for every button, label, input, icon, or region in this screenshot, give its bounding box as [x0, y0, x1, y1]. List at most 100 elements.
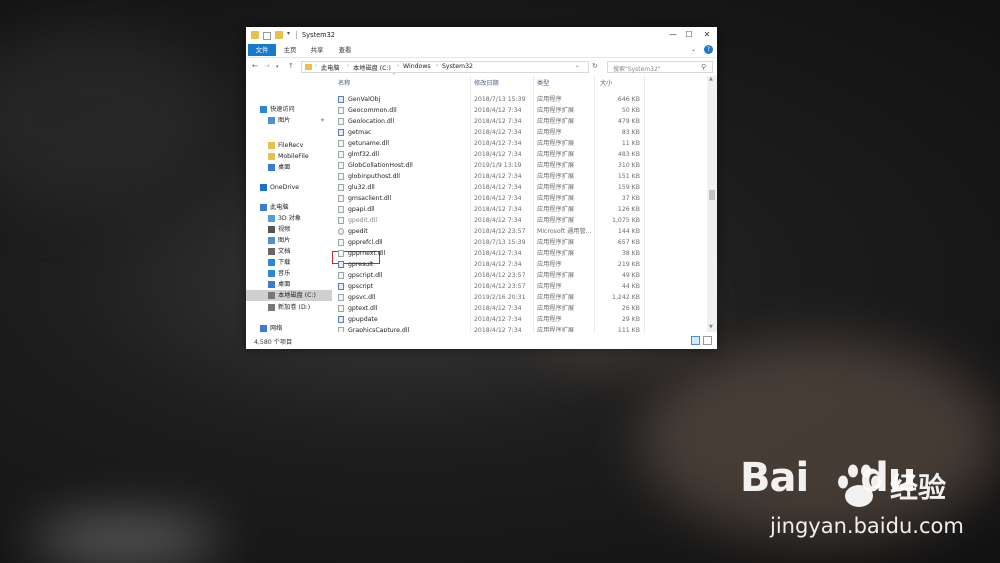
file-row[interactable]: gmsaclient.dll 2018/4/12 7:34 应用程序扩展 37 KB — [332, 193, 707, 204]
desktop-icon — [268, 281, 275, 288]
column-type[interactable]: 类型 — [537, 78, 549, 87]
nav-item-label: 视频 — [278, 226, 291, 233]
nav-item[interactable]: 桌面 — [246, 279, 332, 290]
up-arrow-icon[interactable]: ↑ — [288, 62, 294, 70]
file-row[interactable]: gpupdate 2018/4/12 7:34 应用程序 29 KB — [332, 314, 707, 325]
folder-icon — [251, 31, 259, 39]
breadcrumb-separator[interactable]: › — [347, 63, 349, 69]
tab-view[interactable]: 查看 — [335, 44, 355, 56]
breadcrumb-drive-c[interactable]: 本地磁盘 (C:) — [353, 63, 391, 72]
tab-home[interactable]: 主页 — [280, 44, 300, 56]
nav-item[interactable]: 下载 — [246, 257, 332, 268]
title-bar[interactable]: ▾ System32 — ☐ ✕ — [246, 27, 717, 43]
file-name: Geolocation.dll — [348, 118, 395, 125]
file-size: 50 KB — [621, 107, 640, 114]
help-icon[interactable]: ? — [704, 45, 713, 54]
file-row[interactable]: gpedit.dll 2018/4/12 7:34 应用程序扩展 1,075 KB — [332, 215, 707, 226]
file-type: 应用程序扩展 — [537, 272, 575, 279]
chevron-down-icon[interactable]: ▾ — [287, 30, 290, 37]
file-date: 2018/4/12 7:34 — [474, 118, 522, 125]
nav-item[interactable]: FileRecv — [246, 140, 332, 151]
file-row[interactable]: getmac 2018/4/12 7:34 应用程序 83 KB — [332, 127, 707, 138]
file-row[interactable]: GenValObj 2018/7/13 15:39 应用程序 646 KB — [332, 94, 707, 105]
nav-item[interactable]: 文档 — [246, 246, 332, 257]
nav-item[interactable]: 快速访问 — [246, 104, 332, 115]
file-row[interactable]: getuname.dll 2018/4/12 7:34 应用程序扩展 11 KB — [332, 138, 707, 149]
vertical-scrollbar[interactable]: ▲ ▼ — [707, 76, 717, 332]
baidu-paw-icon — [838, 464, 881, 507]
file-row[interactable]: gpedit 2018/4/12 23:57 Microsoft 通用管... 144… — [332, 226, 707, 237]
nav-item[interactable]: 图片 ✦ — [246, 115, 332, 126]
pin-icon[interactable]: ✦ — [320, 115, 325, 126]
close-button[interactable]: ✕ — [700, 29, 714, 41]
file-row[interactable]: GlobCollationHost.dll 2019/1/9 13:19 应用程序扩… — [332, 160, 707, 171]
scroll-down-icon[interactable]: ▼ — [709, 324, 713, 330]
file-type: 应用程序扩展 — [537, 173, 575, 180]
tab-file[interactable]: 文件 — [248, 44, 276, 56]
nav-item[interactable]: 桌面 — [246, 162, 332, 173]
file-size: 479 KB — [617, 118, 640, 125]
minimize-button[interactable]: — — [666, 29, 680, 41]
dll-file-icon — [338, 184, 344, 191]
nav-item[interactable]: 新加卷 (D:) — [246, 302, 332, 313]
refresh-icon[interactable]: ↻ — [592, 62, 598, 70]
nav-item[interactable]: 图片 — [246, 235, 332, 246]
recent-locations-icon[interactable]: ▾ — [276, 64, 279, 70]
breadcrumb-this-pc[interactable]: 此电脑 — [321, 63, 340, 72]
exe-file-icon — [338, 283, 344, 290]
scroll-up-icon[interactable]: ▲ — [709, 76, 713, 82]
details-view-icon[interactable] — [691, 336, 700, 345]
breadcrumb-separator[interactable]: › — [397, 63, 399, 69]
back-arrow-icon[interactable]: ← — [252, 62, 258, 70]
nav-item[interactable]: OneDrive — [246, 182, 332, 193]
file-row[interactable]: gpscript 2018/4/12 23:57 应用程序 44 KB — [332, 281, 707, 292]
dll-file-icon — [338, 173, 344, 180]
file-size: 219 KB — [617, 261, 640, 268]
search-input[interactable]: 搜索"System32" ⚲ — [607, 61, 713, 73]
breadcrumb-system32[interactable]: System32 — [442, 63, 473, 70]
file-row[interactable]: glu32.dll 2018/4/12 7:34 应用程序扩展 159 KB — [332, 182, 707, 193]
file-date: 2019/1/9 13:19 — [474, 162, 522, 169]
breadcrumb-windows[interactable]: Windows — [403, 63, 431, 70]
breadcrumb-separator[interactable]: › — [436, 63, 438, 69]
file-row[interactable]: gpsvc.dll 2019/2/16 20:31 应用程序扩展 1,242 KB — [332, 292, 707, 303]
chevron-down-icon[interactable]: ⌄ — [575, 63, 580, 69]
expand-ribbon-icon[interactable]: ⌄ — [691, 46, 696, 53]
file-row[interactable]: Geolocation.dll 2018/4/12 7:34 应用程序扩展 479 K… — [332, 116, 707, 127]
scrollbar-thumb[interactable] — [709, 190, 715, 200]
nav-item[interactable]: MobileFile — [246, 151, 332, 162]
properties-icon[interactable] — [263, 32, 271, 40]
navigation-pane: 快速访问 图片 ✦ FileRecv MobileFile 桌面 OneDrive 此电脑 3D… — [246, 76, 332, 332]
file-row[interactable]: gpprefcl.dll 2018/7/13 15:39 应用程序扩展 657 KB — [332, 237, 707, 248]
maximize-button[interactable]: ☐ — [682, 29, 696, 41]
dll-file-icon — [338, 294, 344, 301]
nav-item[interactable]: 3D 对象 — [246, 213, 332, 224]
nav-item[interactable]: 本地磁盘 (C:) — [246, 290, 332, 301]
breadcrumb-separator[interactable]: › — [315, 63, 317, 69]
file-row[interactable]: gptext.dll 2018/4/12 7:34 应用程序扩展 26 KB — [332, 303, 707, 314]
forward-arrow-icon[interactable]: → — [264, 62, 270, 70]
column-date[interactable]: 修改日期 — [474, 78, 499, 87]
divider — [296, 31, 297, 39]
column-size[interactable]: 大小 — [600, 78, 612, 87]
file-row[interactable]: glmf32.dll 2018/4/12 7:34 应用程序扩展 483 KB — [332, 149, 707, 160]
nav-item[interactable]: 此电脑 — [246, 202, 332, 213]
new-folder-icon[interactable] — [275, 31, 283, 39]
search-icon[interactable]: ⚲ — [701, 63, 706, 71]
file-row[interactable]: gpscript.dll 2018/4/12 23:57 应用程序扩展 49 KB — [332, 270, 707, 281]
nav-item[interactable]: 音乐 — [246, 268, 332, 279]
file-type: 应用程序 — [537, 261, 562, 268]
dll-file-icon — [338, 107, 344, 114]
large-icons-view-icon[interactable] — [703, 336, 712, 345]
nav-item[interactable]: 视频 — [246, 224, 332, 235]
file-name: gpscript — [348, 283, 374, 290]
file-row[interactable]: gpresult 2018/4/12 7:34 应用程序 219 KB — [332, 259, 707, 270]
address-bar[interactable]: › 此电脑 › 本地磁盘 (C:) › Windows › System32 ⌄ — [301, 61, 589, 73]
file-row[interactable]: gpprnext.dll 2018/4/12 7:34 应用程序扩展 38 KB — [332, 248, 707, 259]
file-type: 应用程序 — [537, 129, 562, 136]
column-name[interactable]: 名称 — [338, 78, 350, 87]
file-row[interactable]: globinputhost.dll 2018/4/12 7:34 应用程序扩展 151… — [332, 171, 707, 182]
tab-share[interactable]: 共享 — [307, 44, 327, 56]
file-row[interactable]: gpapi.dll 2018/4/12 7:34 应用程序扩展 126 KB — [332, 204, 707, 215]
file-row[interactable]: Geocommon.dll 2018/4/12 7:34 应用程序扩展 50 KB — [332, 105, 707, 116]
